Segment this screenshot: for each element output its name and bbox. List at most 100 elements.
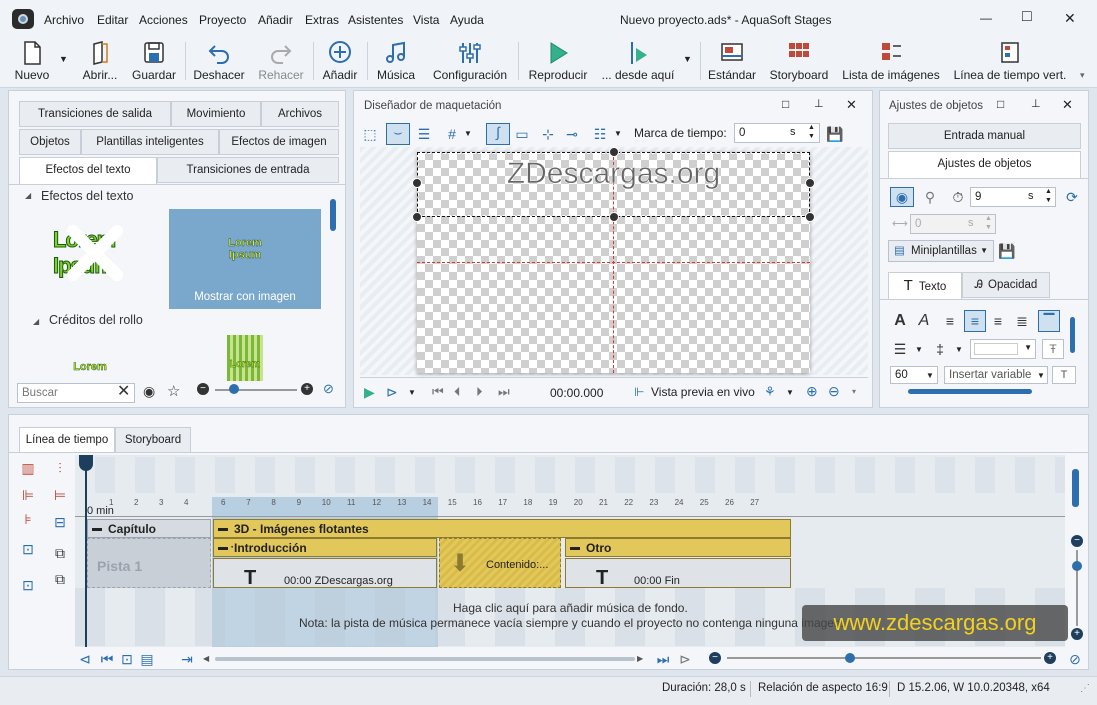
prev-frame-icon[interactable]: ⏴ <box>454 384 461 400</box>
tl-marker-icon[interactable]: ⫶ <box>51 460 69 476</box>
play-button[interactable]: Reproducir <box>526 40 590 84</box>
tl-align-left-icon[interactable]: ⊫ <box>19 487 37 503</box>
zoom-in-icon[interactable]: + <box>301 383 313 395</box>
tab-efectos-imagen[interactable]: Efectos de imagen <box>219 129 339 155</box>
props-vscroll[interactable] <box>1070 317 1075 353</box>
list-style-icon[interactable]: ☰ <box>892 341 908 357</box>
new-button[interactable]: Nuevo <box>12 40 52 84</box>
grid-icon[interactable]: # <box>444 126 460 142</box>
panel-scrollbar[interactable] <box>330 199 336 231</box>
motion-path-icon[interactable]: ⚘ <box>764 384 776 400</box>
music-button[interactable]: Música <box>374 40 418 84</box>
image-list-button[interactable]: Lista de imágenes <box>842 40 940 84</box>
line-spacing-icon[interactable]: ‡ <box>932 341 948 357</box>
tl-distribute-icon[interactable]: ⊟ <box>51 514 69 530</box>
tl-zoom-fit-icon[interactable]: ⊘ <box>1067 651 1083 667</box>
tab-linea-tiempo[interactable]: Línea de tiempo <box>19 427 115 453</box>
align-icon[interactable]: ☰ <box>416 126 432 142</box>
tl-vzoom-out-icon[interactable]: − <box>1071 535 1083 547</box>
grid-dropdown-icon[interactable]: ▼ <box>464 129 472 138</box>
toolbar-overflow-icon[interactable]: ▾ <box>1080 70 1085 81</box>
tl-jump-icon[interactable]: ⇥ <box>179 651 195 667</box>
slider-handle[interactable] <box>229 384 239 394</box>
otro-track[interactable]: ▬ Otro <box>565 538 791 557</box>
tl-zoom-out-icon[interactable]: − <box>709 652 721 664</box>
play-from-here-button[interactable]: ... desde aquí <box>600 40 676 84</box>
props-pin-icon[interactable]: ⊥ <box>1031 97 1041 110</box>
align-left-icon[interactable]: ≡ <box>942 313 958 329</box>
duration-spinner-icon[interactable]: ▲ ▼ <box>1045 187 1052 205</box>
justify-icon[interactable]: ≣ <box>1014 313 1030 329</box>
tl-zoom-slider[interactable] <box>727 657 1041 659</box>
align-right-icon[interactable]: ≡ <box>990 313 1006 329</box>
remove-keyframe-icon[interactable]: ⊸ <box>564 126 580 142</box>
floating-images-track[interactable]: ▬ 3D - Imágenes flotantes <box>213 519 791 538</box>
timeline-vscroll[interactable] <box>1072 469 1079 507</box>
zoom-fit-icon[interactable]: ⊘ <box>323 381 334 397</box>
resize-handle-tr[interactable] <box>805 178 815 188</box>
vertical-timeline-button[interactable]: Línea de tiempo vert. <box>952 40 1068 84</box>
zoom-out-icon[interactable]: − <box>197 383 209 395</box>
menu-archivo[interactable]: Archivo <box>44 13 84 27</box>
resize-handle-ml[interactable] <box>412 212 422 222</box>
tl-ungroup-icon[interactable]: ⧉ <box>51 571 69 587</box>
tab-archivos[interactable]: Archivos <box>261 101 339 127</box>
tab-ajustes-objetos[interactable]: Ajustes de objetos <box>888 151 1081 179</box>
menu-acciones[interactable]: Acciones <box>139 13 188 27</box>
add-keyframe-icon[interactable]: ⊹ <box>540 126 556 142</box>
section-collapse-icon[interactable]: ◢ <box>25 191 31 200</box>
clear-search-icon[interactable]: ✕ <box>117 381 130 401</box>
menu-anadir[interactable]: Añadir <box>258 13 293 27</box>
props-hscroll[interactable] <box>908 389 1032 394</box>
tab-entrada-manual[interactable]: Entrada manual <box>888 123 1081 149</box>
pin-icon[interactable]: ⊥ <box>814 97 824 110</box>
select-tool-icon[interactable]: ⬚ <box>362 126 378 142</box>
effect-thumb-mostrar[interactable]: Lorem Ipsum Mostrar con imagen <box>169 209 321 309</box>
text-style-icon[interactable]: Ŧ <box>1042 339 1064 359</box>
insert-variable-dropdown-icon[interactable]: ▼ <box>1037 371 1045 380</box>
frame-icon[interactable]: ▭ <box>514 126 530 142</box>
live-preview-label[interactable]: Vista previa en vivo <box>651 385 755 399</box>
tl-vzoom-in-icon[interactable]: + <box>1071 628 1083 640</box>
duration-input[interactable]: 9 <box>970 187 1056 207</box>
position-input[interactable]: 0 <box>910 214 996 234</box>
tab-opacidad[interactable]: Ꭿ Opacidad <box>962 272 1050 298</box>
next-frame-icon[interactable]: ⏵ <box>476 384 483 400</box>
section-collapse-icon-2[interactable]: ◢ <box>33 317 39 326</box>
valign-icon[interactable]: ▔ <box>1038 310 1060 332</box>
eye-icon[interactable]: ◉ <box>143 383 155 400</box>
color-picker[interactable]: ▼ <box>970 339 1036 359</box>
menu-vista[interactable]: Vista <box>413 13 439 27</box>
tab-storyboard[interactable]: Storyboard <box>115 427 191 453</box>
menu-asistentes[interactable]: Asistentes <box>348 13 403 27</box>
tl-hscroll-right-icon[interactable]: ▶ <box>637 654 643 663</box>
credits-thumb-1[interactable]: Lorem <box>55 353 125 379</box>
content-track[interactable]: ⬇ Contenido:... <box>439 538 561 588</box>
tab-transiciones-entrada[interactable]: Transiciones de entrada <box>157 157 339 183</box>
otro-item[interactable]: T 00:00 Fin <box>565 558 791 588</box>
italic-font-icon[interactable]: A <box>916 313 932 329</box>
save-button[interactable]: Guardar <box>131 40 177 84</box>
align-center-icon[interactable]: ≡ <box>964 310 986 332</box>
storyboard-view-button[interactable]: Storyboard <box>768 40 830 84</box>
first-frame-icon[interactable]: ⏮ <box>432 384 444 400</box>
open-button[interactable]: Abrir... <box>80 40 120 84</box>
motion-dropdown-icon[interactable]: ▼ <box>786 388 794 397</box>
settings-button[interactable]: Configuración <box>430 40 510 84</box>
chapter-track[interactable]: ▬ Capítulo <box>87 519 211 538</box>
playhead[interactable] <box>85 455 87 647</box>
insert-variable-select[interactable]: Insertar variable <box>944 366 1048 384</box>
standard-view-button[interactable]: Estándar <box>706 40 758 84</box>
minimize-button[interactable]: — <box>980 11 992 25</box>
maximize-button[interactable]: □ <box>1022 8 1032 26</box>
line-spacing-dropdown-icon[interactable]: ▼ <box>955 345 963 354</box>
playhead-marker-icon[interactable] <box>79 455 93 471</box>
preview-zoom-in-icon[interactable]: ⊕ <box>806 383 818 400</box>
tl-align-right-icon[interactable]: ⊧ <box>19 511 37 527</box>
tl-go-end-icon[interactable]: ⊳ <box>677 651 693 667</box>
tl-collapse-icon[interactable]: ⊡ <box>19 577 37 593</box>
menu-proyecto[interactable]: Proyecto <box>199 13 246 27</box>
props-restore-icon[interactable]: □ <box>997 97 1004 111</box>
tab-plantillas-inteligentes[interactable]: Plantillas inteligentes <box>81 129 219 155</box>
tl-go-start-icon[interactable]: ⊲ <box>77 651 93 667</box>
